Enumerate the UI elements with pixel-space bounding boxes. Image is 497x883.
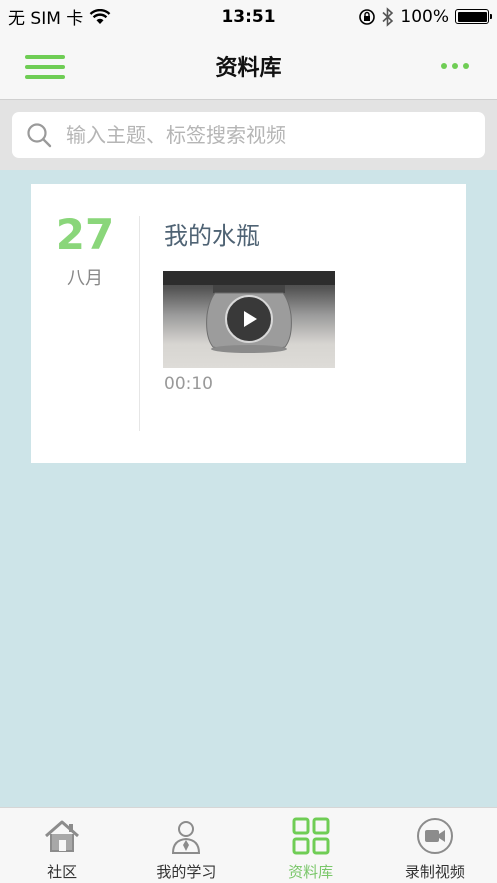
- tab-record-video[interactable]: 录制视频: [373, 808, 497, 883]
- grid-icon: [292, 817, 330, 855]
- menu-button[interactable]: [25, 55, 65, 79]
- search-box[interactable]: [12, 112, 485, 158]
- tab-label-library: 资料库: [288, 863, 334, 881]
- carrier-label: 无 SIM 卡: [8, 9, 84, 29]
- person-icon: [172, 821, 201, 854]
- wifi-icon: [89, 8, 111, 24]
- status-left: 无 SIM 卡: [8, 4, 111, 29]
- status-right: 100%: [358, 6, 492, 27]
- entry-month: 八月: [67, 268, 103, 289]
- tab-my-learning[interactable]: 我的学习: [124, 808, 248, 883]
- entry-title[interactable]: 我的水瓶: [164, 216, 260, 251]
- tab-label-record-video: 录制视频: [404, 863, 465, 881]
- entry-date: 27 八月: [31, 214, 139, 290]
- status-bar: 无 SIM 卡 13:51 100%: [0, 0, 497, 33]
- search-bar: [0, 100, 497, 170]
- more-options-button[interactable]: [441, 63, 469, 69]
- search-icon: [27, 123, 52, 148]
- battery-icon: [455, 9, 492, 24]
- play-icon: [244, 311, 257, 327]
- orientation-lock-icon: [359, 8, 376, 25]
- library-entry-card[interactable]: 27 八月 我的水瓶 00:10: [31, 184, 466, 463]
- search-input[interactable]: [66, 123, 485, 147]
- play-button[interactable]: [225, 295, 273, 343]
- tab-label-my-learning: 我的学习: [156, 863, 217, 881]
- tab-label-community: 社区: [47, 863, 78, 881]
- video-camera-icon: [416, 818, 453, 854]
- bluetooth-icon: [382, 6, 394, 27]
- nav-bar: 资料库: [0, 33, 497, 100]
- tab-community[interactable]: 社区: [0, 808, 124, 883]
- tab-bar: 社区 我的学习 资料库 录制视频: [0, 807, 497, 883]
- date-divider: [139, 216, 140, 431]
- home-icon: [45, 820, 80, 852]
- entry-day: 27: [55, 210, 115, 259]
- battery-percent: 100%: [400, 6, 449, 27]
- tab-library[interactable]: 资料库: [249, 808, 373, 883]
- page-title: 资料库: [215, 56, 282, 81]
- video-duration: 00:10: [164, 374, 213, 394]
- video-thumbnail[interactable]: [163, 271, 335, 368]
